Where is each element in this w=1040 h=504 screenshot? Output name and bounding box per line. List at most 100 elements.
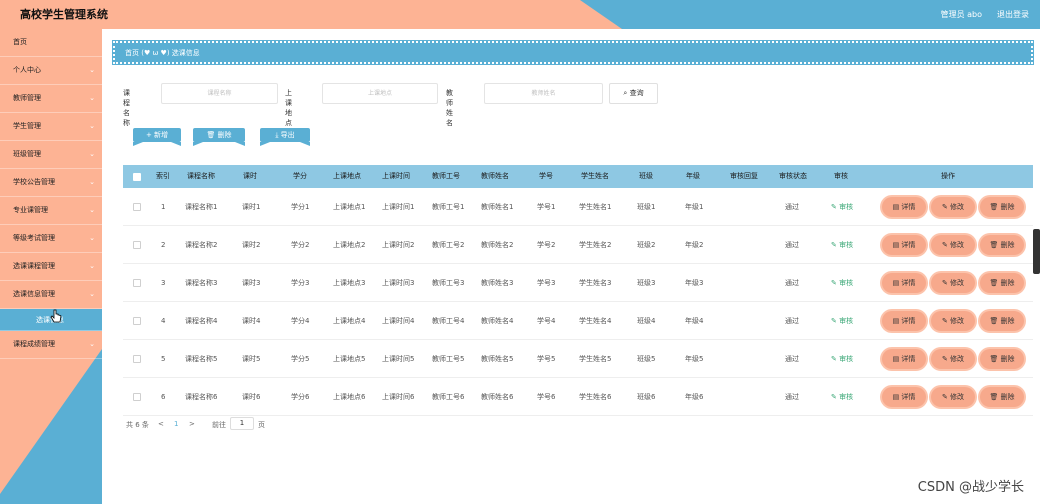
detail-button[interactable]: ▤ 详情 — [882, 311, 926, 331]
pagination-goto-input[interactable]: 1 — [230, 417, 254, 430]
export-button[interactable]: ⤓ 导出 — [260, 128, 310, 142]
teacher-name-input[interactable]: 教师姓名 — [484, 83, 603, 104]
trash-icon: 🗑 — [989, 393, 1001, 401]
sidebar-item-profile[interactable]: 个人中心 ⌄ — [0, 57, 102, 85]
admin-name: 管理员 abo — [940, 10, 982, 19]
table-row: 6 课程名称6 课时6 学分6 上课地点6 上课时间6 教师工号6 教师姓名6 … — [123, 378, 1033, 416]
detail-button[interactable]: ▤ 详情 — [882, 349, 926, 369]
review-link[interactable]: ✎ 审核 — [831, 264, 853, 302]
chevron-down-icon: ⌄ — [89, 290, 95, 298]
cell-index: 4 — [161, 317, 166, 325]
table-row: 4 课程名称4 课时4 学分4 上课地点4 上课时间4 教师工号4 教师姓名4 … — [123, 302, 1033, 340]
col-teacher-name: 教师姓名 — [481, 172, 509, 180]
cell-grade: 年级1 — [685, 203, 704, 211]
edit-button[interactable]: ✎ 修改 — [931, 349, 975, 369]
logout-link[interactable]: 退出登录 — [997, 9, 1029, 20]
detail-button[interactable]: ▤ 详情 — [882, 273, 926, 293]
sidebar-item-classes[interactable]: 班级管理 ⌄ — [0, 141, 102, 169]
prev-page-button[interactable]: < — [158, 420, 164, 428]
sidebar-item-students[interactable]: 学生管理 ⌄ — [0, 113, 102, 141]
edit-button[interactable]: ✎ 修改 — [931, 273, 975, 293]
review-link[interactable]: ✎ 审核 — [831, 226, 853, 264]
sidebar-item-exams[interactable]: 等级考试管理 ⌄ — [0, 225, 102, 253]
review-link[interactable]: ✎ 审核 — [831, 378, 853, 416]
cell-student-name: 学生姓名1 — [579, 203, 612, 211]
cell-credit: 学分5 — [291, 355, 310, 363]
cell-class: 班级2 — [637, 241, 656, 249]
breadcrumb-home[interactable]: 首页 — [125, 49, 139, 57]
review-link[interactable]: ✎ 审核 — [831, 188, 853, 226]
row-checkbox[interactable] — [133, 393, 141, 401]
next-page-button[interactable]: > — [189, 420, 195, 428]
delete-button[interactable]: 🗑 删除 — [980, 311, 1024, 331]
edit-button[interactable]: ✎ 修改 — [931, 387, 975, 407]
edit-button[interactable]: ✎ 修改 — [931, 197, 975, 217]
chevron-down-icon: ⌄ — [89, 122, 95, 130]
detail-button-label: 详情 — [901, 203, 916, 211]
row-checkbox[interactable] — [133, 317, 141, 325]
delete-batch-button[interactable]: 🗑 删除 — [193, 128, 245, 142]
sidebar-item-announcements[interactable]: 学校公告管理 ⌄ — [0, 169, 102, 197]
row-checkbox[interactable] — [133, 241, 141, 249]
cell-teacher-name: 教师姓名1 — [481, 203, 514, 211]
delete-button[interactable]: 🗑 删除 — [980, 197, 1024, 217]
top-header: 高校学生管理系统 管理员 abo 退出登录 — [0, 0, 1040, 29]
edit-button[interactable]: ✎ 修改 — [931, 235, 975, 255]
row-checkbox[interactable] — [133, 203, 141, 211]
delete-button-label: 删除 — [1000, 317, 1015, 325]
col-time: 上课时间 — [382, 172, 410, 180]
cell-student-id: 学号3 — [537, 279, 556, 287]
scrollbar-thumb[interactable] — [1033, 229, 1040, 274]
cell-credit: 学分6 — [291, 393, 310, 401]
sidebar-item-elective-courses[interactable]: 选课课程管理 ⌄ — [0, 253, 102, 281]
edit-button-label: 修改 — [950, 279, 965, 287]
edit-icon: ✎ — [941, 241, 951, 249]
add-button[interactable]: + 新增 — [133, 128, 181, 142]
cell-teacher-id: 教师工号6 — [432, 393, 465, 401]
cell-hours: 课时1 — [242, 203, 261, 211]
detail-button[interactable]: ▤ 详情 — [882, 387, 926, 407]
pagination-page-current[interactable]: 1 — [174, 420, 178, 428]
col-class: 班级 — [639, 172, 653, 180]
sidebar-item-elective-info[interactable]: 选课信息管理 ⌄ — [0, 281, 102, 309]
col-review: 审核 — [834, 172, 848, 180]
row-checkbox[interactable] — [133, 279, 141, 287]
delete-button[interactable]: 🗑 删除 — [980, 273, 1024, 293]
course-name-input[interactable]: 课程名称 — [161, 83, 278, 104]
review-link[interactable]: ✎ 审核 — [831, 302, 853, 340]
review-link-label: 审核 — [839, 203, 854, 211]
delete-button[interactable]: 🗑 删除 — [980, 235, 1024, 255]
col-hours: 课时 — [243, 172, 257, 180]
place-input[interactable]: 上课地点 — [322, 83, 438, 104]
sidebar-item-major-courses[interactable]: 专业课管理 ⌄ — [0, 197, 102, 225]
sidebar-item-grades[interactable]: 课程成绩管理 ⌄ — [0, 331, 102, 359]
cell-course-name: 课程名称2 — [185, 241, 218, 249]
edit-icon: ✎ — [831, 203, 840, 211]
review-link[interactable]: ✎ 审核 — [831, 340, 853, 378]
cell-student-name: 学生姓名2 — [579, 241, 612, 249]
cell-student-name: 学生姓名3 — [579, 279, 612, 287]
cell-grade: 年级3 — [685, 279, 704, 287]
edit-icon: ✎ — [941, 393, 951, 401]
cell-hours: 课时6 — [242, 393, 261, 401]
cell-teacher-name: 教师姓名3 — [481, 279, 514, 287]
delete-button[interactable]: 🗑 删除 — [980, 387, 1024, 407]
cell-student-id: 学号1 — [537, 203, 556, 211]
header-decoration — [580, 0, 1040, 29]
app-title: 高校学生管理系统 — [20, 8, 108, 21]
cell-class: 班级5 — [637, 355, 656, 363]
sidebar-item-label: 课程成绩管理 — [13, 340, 55, 348]
sidebar-item-teachers[interactable]: 教师管理 ⌄ — [0, 85, 102, 113]
select-all-checkbox[interactable] — [133, 173, 141, 181]
teacher-name-label: 教师姓名 — [446, 89, 453, 127]
sidebar-item-label: 选课课程管理 — [13, 262, 55, 270]
detail-button[interactable]: ▤ 详情 — [882, 197, 926, 217]
sidebar-item-home[interactable]: 首页 — [0, 29, 102, 57]
delete-button[interactable]: 🗑 删除 — [980, 349, 1024, 369]
detail-button[interactable]: ▤ 详情 — [882, 235, 926, 255]
edit-button[interactable]: ✎ 修改 — [931, 311, 975, 331]
cell-index: 1 — [161, 203, 166, 211]
row-checkbox[interactable] — [133, 355, 141, 363]
query-button[interactable]: ⌕ 查询 — [609, 83, 658, 104]
edit-icon: ✎ — [941, 279, 951, 287]
